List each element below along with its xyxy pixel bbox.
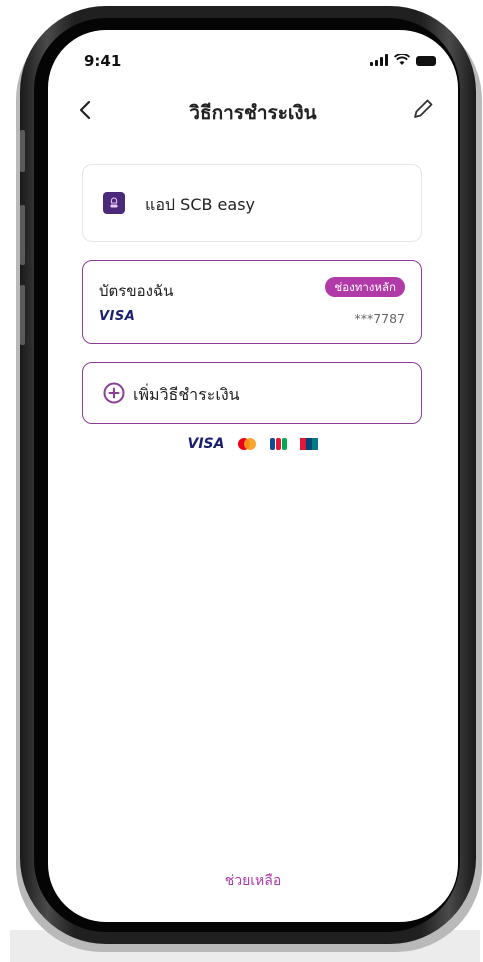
- visa-logo: VISA: [99, 309, 136, 324]
- mute-switch: [20, 130, 25, 172]
- mastercard-icon: [238, 438, 257, 450]
- page-title: วิธีการชำระเงิน: [189, 102, 317, 124]
- pencil-icon[interactable]: [410, 96, 436, 122]
- my-card-label: บัตรของฉัน: [99, 282, 174, 300]
- wifi-icon: [394, 54, 410, 65]
- scb-easy-payment-option[interactable]: แอป SCB easy: [82, 164, 422, 242]
- volume-down-button: [20, 285, 25, 345]
- my-card-payment-option[interactable]: บัตรของฉัน ช่องทางหลัก VISA ***7787: [82, 260, 422, 344]
- scb-easy-logo-icon: [103, 192, 125, 214]
- supported-card-brands: VISA: [48, 436, 458, 452]
- add-payment-method-label: เพิ่มวิธีชำระเงิน: [133, 385, 240, 404]
- unionpay-icon: [300, 438, 319, 450]
- visa-brand-logo: VISA: [187, 436, 225, 452]
- signal-icon: [370, 54, 388, 66]
- volume-up-button: [20, 205, 25, 265]
- status-time: 9:41: [84, 52, 122, 70]
- scb-easy-label: แอป SCB easy: [145, 195, 256, 214]
- default-method-badge: ช่องทางหลัก: [325, 277, 405, 297]
- app-screen: 9:41 วิธีการชำระเงิน แอป SCB easy บัตรขอ…: [48, 30, 458, 922]
- add-payment-method-button[interactable]: เพิ่มวิธีชำระเงิน: [82, 362, 422, 424]
- plus-circle-icon: [103, 382, 125, 404]
- status-icons: [370, 54, 436, 66]
- nav-bar: วิธีการชำระเงิน: [48, 90, 458, 130]
- battery-icon: [416, 56, 436, 66]
- card-number: ***7787: [354, 311, 405, 326]
- jcb-icon: [270, 438, 287, 450]
- help-link[interactable]: ช่วยเหลือ: [48, 870, 458, 892]
